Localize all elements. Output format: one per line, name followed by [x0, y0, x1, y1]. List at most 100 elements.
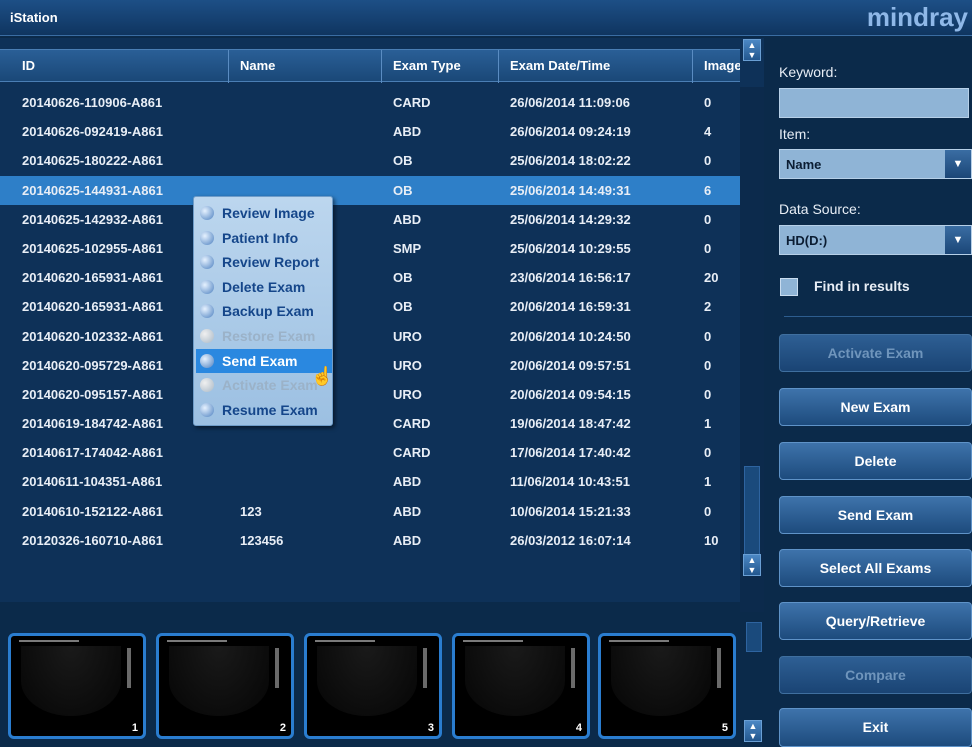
- table-row[interactable]: 20140620-165931-A861 OB 23/06/2014 16:56:1…: [0, 263, 740, 292]
- delete-exam-icon: [200, 279, 214, 294]
- menu-item-restore-exam[interactable]: Restore Exam: [196, 324, 332, 348]
- table-row[interactable]: 20140625-142932-A861 ABD 25/06/2014 14:29:…: [0, 205, 740, 234]
- cell-exam-date-time: 17/06/2014 17:40:42: [510, 445, 631, 461]
- image-thumbnail[interactable]: 3: [304, 633, 442, 739]
- cell-exam-type: URO: [393, 328, 422, 344]
- find-in-results-checkbox[interactable]: [780, 278, 798, 296]
- activate-exam-button[interactable]: Activate Exam: [779, 334, 972, 372]
- menu-item-label: Resume Exam: [222, 401, 318, 418]
- cell-exam-type: CARD: [393, 95, 431, 110]
- cell-image-count: 0: [704, 357, 712, 373]
- table-row[interactable]: 20140626-092419-A861 ABD 26/06/2014 09:24:…: [0, 117, 740, 146]
- thumbnail-scroll-thumb[interactable]: [746, 622, 762, 652]
- menu-item-backup-exam[interactable]: Backup Exam: [196, 299, 332, 323]
- select-all-exams-button[interactable]: Select All Exams: [779, 549, 972, 587]
- activate-exam-icon: [200, 378, 214, 393]
- cell-exam-type: CARD: [393, 445, 431, 461]
- table-row[interactable]: 20140610-152122-A861 123 ABD 10/06/2014 15:…: [0, 497, 740, 526]
- ultrasound-image: [611, 646, 711, 716]
- cell-id: 20140625-180222-A861: [22, 153, 163, 169]
- cell-image-count: 1: [704, 474, 712, 490]
- cell-exam-type: URO: [393, 357, 422, 373]
- table-row[interactable]: 20140617-174042-A861 CARD 17/06/2014 17:40…: [0, 438, 740, 467]
- cell-id: 20140620-165931-A861: [22, 270, 163, 286]
- table-row[interactable]: 20140620-095157-A861 URO 20/06/2014 09:54:…: [0, 380, 740, 409]
- cell-id: 20140625-142932-A861: [22, 211, 163, 227]
- cell-id: 20140610-152122-A861: [22, 503, 163, 519]
- cell-id: 20140620-095157-A861: [22, 386, 163, 402]
- cell-exam-date-time: 26/03/2012 16:07:14: [510, 532, 631, 548]
- table-row[interactable]: 20140620-102332-A861 URO 20/06/2014 10:24:…: [0, 322, 740, 351]
- scroll-up-button[interactable]: ▲ ▼: [743, 39, 761, 61]
- table-row[interactable]: 20120326-160710-A861 123456 ABD 26/03/2012 …: [0, 526, 740, 555]
- compare-button[interactable]: Compare: [779, 656, 972, 694]
- menu-item-label: Activate Exam: [222, 377, 318, 394]
- title-bar: iStation mindray: [0, 0, 972, 36]
- chevron-down-icon[interactable]: ▼: [945, 226, 971, 254]
- menu-item-label: Delete Exam: [222, 278, 306, 295]
- menu-item-review-report[interactable]: Review Report: [196, 250, 332, 274]
- keyword-input[interactable]: [779, 88, 969, 118]
- cell-id: 20140626-092419-A861: [22, 124, 163, 140]
- table-row[interactable]: 20140620-095729-A861 URO 20/06/2014 09:57:…: [0, 351, 740, 380]
- cell-image-count: 20: [704, 270, 719, 286]
- cell-exam-date-time: 20/06/2014 10:24:50: [510, 328, 631, 344]
- scroll-page-button[interactable]: ▲ ▼: [743, 554, 761, 576]
- column-header-name[interactable]: Name: [240, 58, 275, 73]
- cell-exam-date-time: 11/06/2014 10:43:51: [510, 474, 630, 490]
- column-header-image[interactable]: Image: [704, 58, 740, 73]
- cell-exam-date-time: 25/06/2014 10:29:55: [510, 240, 631, 256]
- cell-exam-date-time: 20/06/2014 16:59:31: [510, 299, 631, 315]
- image-thumbnail[interactable]: 4: [452, 633, 590, 739]
- cell-exam-date-time: 26/06/2014 09:24:19: [510, 124, 631, 140]
- cell-id: 20140625-102955-A861: [22, 240, 163, 256]
- cell-id: 20140620-095729-A861: [22, 357, 163, 373]
- new-exam-button[interactable]: New Exam: [779, 388, 972, 426]
- column-divider[interactable]: [692, 50, 693, 83]
- table-row[interactable]: 20140626-110906-A861 CARD 26/06/2014 11:09…: [0, 88, 740, 117]
- thumbnail-number: 3: [427, 722, 434, 734]
- table-row[interactable]: 20140625-144931-A861 OB 25/06/2014 14:49:3…: [0, 175, 740, 205]
- column-divider[interactable]: [228, 50, 229, 83]
- table-row[interactable]: 20140611-104351-A861 ABD 11/06/2014 10:43:…: [0, 467, 740, 496]
- table-row[interactable]: 20140625-180222-A861 OB 25/06/2014 18:02:2…: [0, 146, 740, 175]
- column-divider[interactable]: [381, 50, 382, 83]
- menu-item-resume-exam[interactable]: Resume Exam: [196, 398, 332, 422]
- cell-image-count: 10: [704, 532, 719, 548]
- scroll-thumb[interactable]: [744, 466, 760, 566]
- thumbnail-number: 2: [279, 722, 286, 734]
- table-row[interactable]: 20140620-165931-A861 OB 20/06/2014 16:59:3…: [0, 292, 740, 321]
- table-row[interactable]: 20140625-102955-A861 SMP 25/06/2014 10:29:…: [0, 234, 740, 263]
- menu-item-patient-info[interactable]: Patient Info: [196, 226, 332, 250]
- cell-id: 20140626-110906-A861: [22, 95, 163, 110]
- review-report-icon: [200, 255, 214, 270]
- cell-exam-date-time: 25/06/2014 14:49:31: [510, 182, 631, 198]
- ultrasound-image: [169, 646, 269, 716]
- data-source-select[interactable]: HD(D:) ▼: [779, 225, 972, 255]
- image-thumbnail[interactable]: 5: [598, 633, 736, 739]
- chevron-down-icon[interactable]: ▼: [945, 150, 971, 178]
- cell-image-count: 4: [704, 124, 712, 140]
- column-divider[interactable]: [498, 50, 499, 83]
- column-header-exam-date-time[interactable]: Exam Date/Time: [510, 58, 610, 73]
- query-retrieve-button[interactable]: Query/Retrieve: [779, 602, 972, 640]
- cell-exam-type: ABD: [393, 124, 422, 140]
- vertical-scrollbar[interactable]: ▲ ▼ ▲ ▼: [740, 39, 764, 632]
- thumbnail-scroll-button[interactable]: ▲ ▼: [744, 720, 762, 742]
- item-select[interactable]: Name ▼: [779, 149, 972, 179]
- find-in-results-label[interactable]: Find in results: [814, 278, 910, 294]
- cell-exam-date-time: 10/06/2014 15:21:33: [510, 503, 631, 519]
- table-row[interactable]: 20140619-184742-A861 CARD 19/06/2014 18:47…: [0, 409, 740, 438]
- column-header-exam-type[interactable]: Exam Type: [393, 58, 461, 73]
- delete-button[interactable]: Delete: [779, 442, 972, 480]
- image-thumbnail[interactable]: 1: [8, 633, 146, 739]
- exam-table-body: 20140626-110906-A861 CARD 26/06/2014 11:09…: [0, 88, 740, 555]
- menu-item-review-image[interactable]: Review Image: [196, 201, 332, 225]
- menu-item-delete-exam[interactable]: Delete Exam: [196, 275, 332, 299]
- cell-id: 20140620-102332-A861: [22, 328, 163, 344]
- cell-image-count: 0: [704, 153, 712, 169]
- send-exam-button[interactable]: Send Exam: [779, 496, 972, 534]
- exit-button[interactable]: Exit: [779, 708, 972, 747]
- image-thumbnail[interactable]: 2: [156, 633, 294, 739]
- column-header-id[interactable]: ID: [22, 58, 35, 73]
